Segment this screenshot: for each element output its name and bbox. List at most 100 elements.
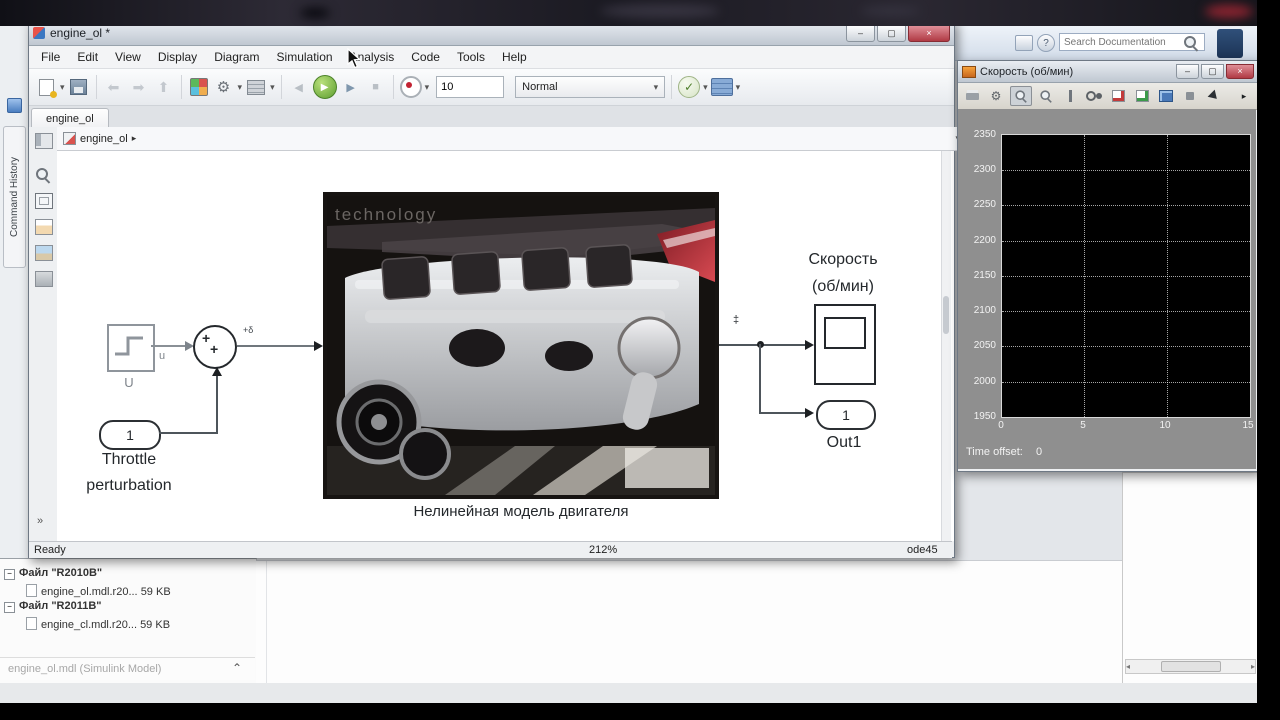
signal-wire[interactable] [237,345,315,347]
signal-wire[interactable] [759,344,761,414]
signal-wire[interactable] [151,345,187,347]
signal-wire[interactable] [719,344,809,346]
floating-scope-icon[interactable] [1156,87,1176,105]
update-caret-icon[interactable]: ▾ [703,82,708,92]
canvas-vscrollbar[interactable] [941,151,951,541]
run-button[interactable]: ▶ [312,75,337,99]
record-icon[interactable] [399,76,422,98]
fit-view-icon[interactable] [35,193,53,209]
model-config-gear-icon[interactable]: ⚙ [213,75,235,99]
palette-overflow-icon[interactable]: » [37,515,43,527]
new-model-caret-icon[interactable]: ▾ [60,82,65,92]
record-caret-icon[interactable]: ▾ [425,82,430,92]
scrollbar-thumb[interactable] [1160,661,1221,672]
table-tool-icon[interactable] [35,219,53,235]
menu-file[interactable]: File [33,49,68,65]
outport-block[interactable]: 1 [816,400,876,430]
save-button[interactable] [68,75,90,99]
signal-wire[interactable] [759,412,807,414]
file-row[interactable]: engine_ol.mdl.r20... 59 KB [26,584,171,598]
command-window-area[interactable] [256,560,1122,689]
forward-icon[interactable]: ➡ [128,75,150,99]
model-settings-icon[interactable] [245,75,267,99]
new-model-button[interactable] [35,75,57,99]
close-button[interactable]: × [908,24,950,42]
restore-axes-icon[interactable] [1132,87,1152,105]
zoom-icon[interactable] [1010,86,1032,106]
minimize-button[interactable]: – [846,24,875,42]
engine-image-block[interactable]: technology [323,192,719,499]
up-icon[interactable]: ⬆ [153,75,175,99]
menu-display[interactable]: Display [150,49,205,65]
step-block[interactable] [107,324,155,372]
menu-help[interactable]: Help [494,49,535,65]
minimize-button[interactable]: – [1176,64,1199,79]
save-axes-icon[interactable] [1108,87,1128,105]
build-caret-icon[interactable]: ▾ [736,82,741,92]
sum-block[interactable]: + + [193,325,237,369]
step-back-icon[interactable]: ◀ [288,75,310,99]
build-icon[interactable] [710,75,733,99]
scope-axes[interactable] [1001,134,1251,418]
dock-icon[interactable] [7,98,22,113]
zoom-x-icon[interactable] [1036,87,1056,105]
menu-view[interactable]: View [107,49,149,65]
menu-simulation[interactable]: Simulation [269,49,341,65]
maximize-button[interactable]: ▢ [877,24,906,42]
menu-diagram[interactable]: Diagram [206,49,267,65]
settings-caret-icon[interactable]: ▾ [270,82,275,92]
horizontal-scrollbar[interactable]: ◂ ▸ [1125,659,1256,674]
step-forward-icon[interactable]: ▶ [340,75,362,99]
menu-edit[interactable]: Edit [69,49,106,65]
profile-chip[interactable] [1217,29,1243,58]
annotation-image-icon[interactable] [35,245,53,261]
scroll-left-icon[interactable]: ◂ [1126,662,1130,671]
config-caret-icon[interactable]: ▾ [238,82,243,92]
stamp-tool-icon[interactable] [35,271,53,287]
breadcrumb-model[interactable]: engine_ol [80,133,128,145]
scroll-right-icon[interactable]: ▸ [1251,662,1255,671]
signal-selector-icon[interactable] [1204,87,1224,105]
menu-code[interactable]: Code [403,49,448,65]
print-icon[interactable] [962,87,982,105]
zoom-y-icon[interactable] [1060,87,1080,105]
hide-browser-icon[interactable] [35,133,53,149]
autoscale-icon[interactable] [1084,87,1104,105]
library-browser-icon[interactable] [188,75,210,99]
back-icon[interactable]: ⬅ [103,75,125,99]
sim-stop-time-field[interactable] [436,76,505,98]
status-solver[interactable]: ode45 [907,544,938,556]
throttle-inport-block[interactable]: 1 [99,420,161,450]
scrollbar-thumb[interactable] [943,296,949,334]
lock-axes-icon[interactable] [1180,87,1200,105]
step-block-label: U [124,375,134,390]
gridline [1084,135,1085,417]
menu-tools[interactable]: Tools [449,49,493,65]
stop-icon[interactable]: ■ [365,75,387,99]
collapse-panel-icon[interactable]: ⌃ [232,661,242,675]
community-icon[interactable] [1015,35,1033,51]
tab-engine-ol[interactable]: engine_ol [31,108,109,128]
help-icon[interactable]: ? [1037,34,1055,52]
file-group-row[interactable]: − Файл "R2010B" [4,567,102,580]
signal-wire[interactable] [216,376,218,434]
scope-block[interactable] [814,304,876,385]
right-lower-panel[interactable]: ◂ ▸ [1122,472,1258,684]
diagram-canvas[interactable]: U u + + +δ 1 Throttle perturbation techn… [57,151,954,541]
scope-titlebar[interactable]: Скорость (об/мин) – ▢ × [958,61,1258,83]
y-tick-label: 2150 [973,270,996,281]
file-row[interactable]: engine_cl.mdl.r20... 59 KB [26,617,170,631]
signal-wire[interactable] [159,432,217,434]
file-size: 59 KB [140,586,171,598]
toolbar-overflow-icon[interactable]: ▸ [1234,87,1254,105]
desktop-bottom-strip [0,683,1257,703]
file-group-row[interactable]: − Файл "R2011B" [4,600,102,613]
sim-mode-dropdown[interactable]: Normal ▾ [515,76,666,98]
close-button[interactable]: × [1226,64,1254,79]
collapse-expander-icon[interactable]: − [4,602,15,613]
command-history-tab[interactable]: Command History [3,126,26,268]
collapse-expander-icon[interactable]: − [4,569,15,580]
update-diagram-icon[interactable]: ✓ [678,76,701,98]
parameters-gear-icon[interactable]: ⚙ [986,87,1006,105]
maximize-button[interactable]: ▢ [1201,64,1224,79]
